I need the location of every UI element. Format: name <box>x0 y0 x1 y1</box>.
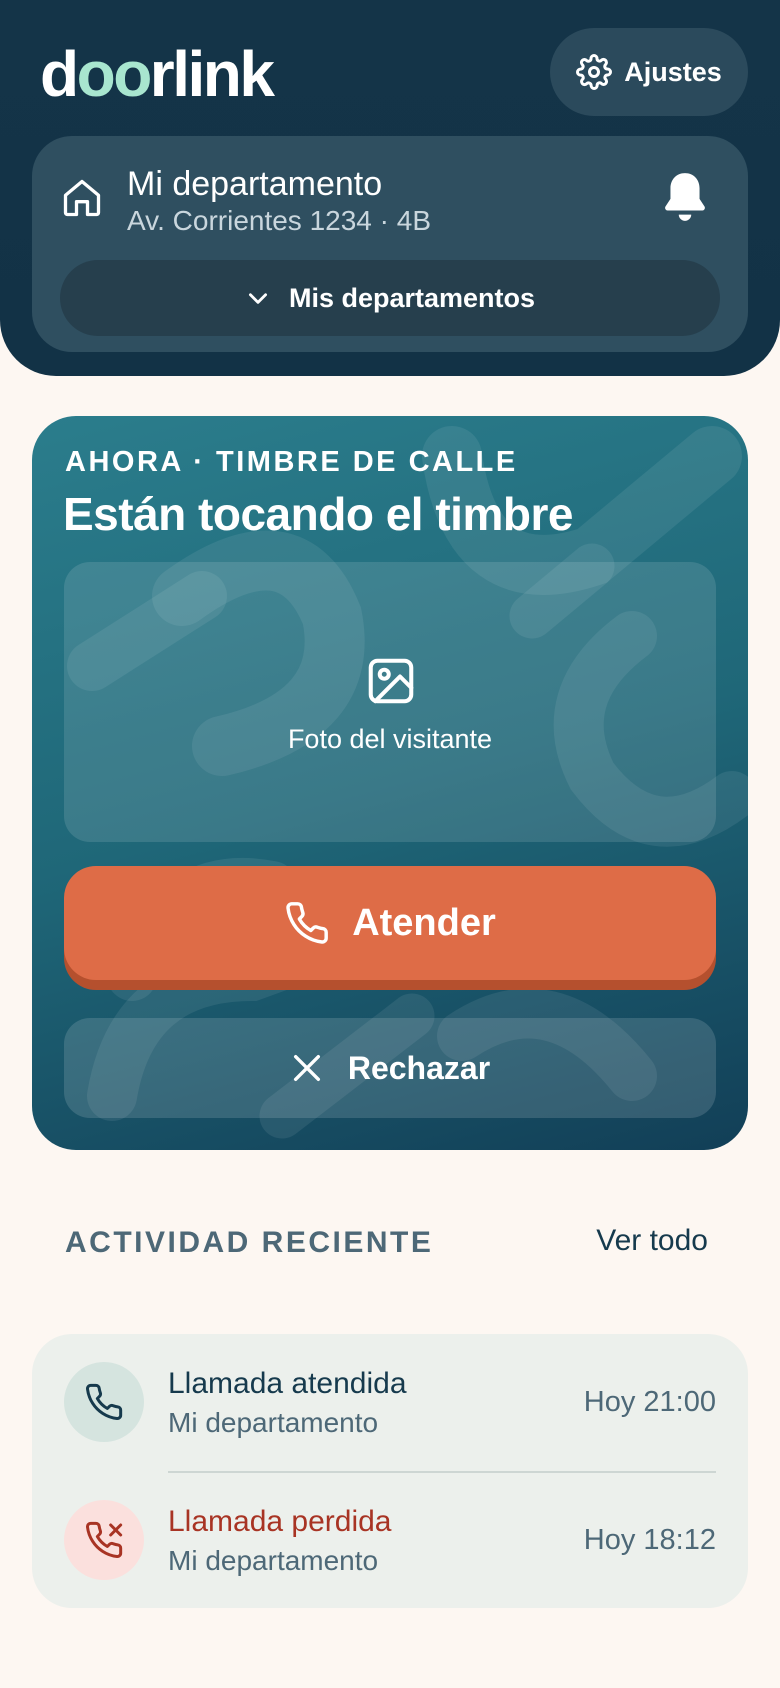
doorlink-logo: doorlink <box>40 38 275 110</box>
image-icon <box>368 658 414 704</box>
activity-subtitle: Mi departamento <box>168 1545 379 1576</box>
my-apartments-label: Mis departamentos <box>288 282 536 313</box>
visitor-photo-label: Foto del visitante <box>287 724 493 754</box>
visitor-photo[interactable]: Foto del visitante <box>64 562 716 842</box>
gear-icon <box>576 54 613 90</box>
settings-button[interactable]: Ajustes <box>550 28 748 116</box>
apartment-address: Av. Corrientes 1234 · 4B <box>127 205 432 236</box>
activity-subtitle: Mi departamento <box>168 1407 379 1438</box>
phone-icon <box>286 902 329 944</box>
activity-time: Hoy 18:12 <box>583 1524 716 1556</box>
incoming-ring-card: AHORA · TIMBRE DE CALLE Están tocando el… <box>32 416 748 1150</box>
current-apartment-card: Mi departamento Av. Corrientes 1234 · 4B… <box>32 136 748 352</box>
activity-title: Llamada perdida <box>168 1505 392 1538</box>
missed-call-badge <box>64 1500 144 1580</box>
see-all-link[interactable]: Ver todo <box>596 1224 708 1258</box>
phone-icon <box>86 1383 123 1420</box>
home-icon <box>63 179 101 217</box>
ring-title: Están tocando el timbre <box>63 488 573 540</box>
close-icon <box>293 1054 320 1082</box>
settings-label: Ajustes <box>624 56 722 87</box>
chevron-down-icon <box>248 293 267 304</box>
apartment-name: Mi departamento <box>127 165 383 203</box>
ring-eyebrow: AHORA · TIMBRE DE CALLE <box>65 446 518 478</box>
reject-label: Rechazar <box>347 1049 491 1086</box>
reject-button[interactable]: Rechazar <box>64 1018 716 1118</box>
answered-call-badge <box>64 1362 144 1442</box>
activity-divider <box>168 1471 716 1473</box>
activity-item-answered[interactable]: Llamada atendida Mi departamento Hoy 21:… <box>32 1336 748 1473</box>
recent-activity-heading: ACTIVIDAD RECIENTE <box>65 1226 434 1259</box>
activity-item-missed[interactable]: Llamada perdida Mi departamento Hoy 18:1… <box>32 1474 748 1604</box>
activity-list: Llamada atendida Mi departamento Hoy 21:… <box>32 1334 748 1608</box>
my-apartments-dropdown[interactable]: Mis departamentos <box>60 260 720 336</box>
activity-title: Llamada atendida <box>168 1367 407 1400</box>
phone-missed-icon <box>86 1521 123 1558</box>
activity-time: Hoy 21:00 <box>583 1386 716 1418</box>
bell-icon[interactable] <box>660 170 710 224</box>
app-header: doorlink Ajustes Mi departamento Av. Cor… <box>0 0 780 376</box>
answer-button[interactable]: Atender <box>64 866 716 980</box>
answer-label: Atender <box>352 901 496 944</box>
